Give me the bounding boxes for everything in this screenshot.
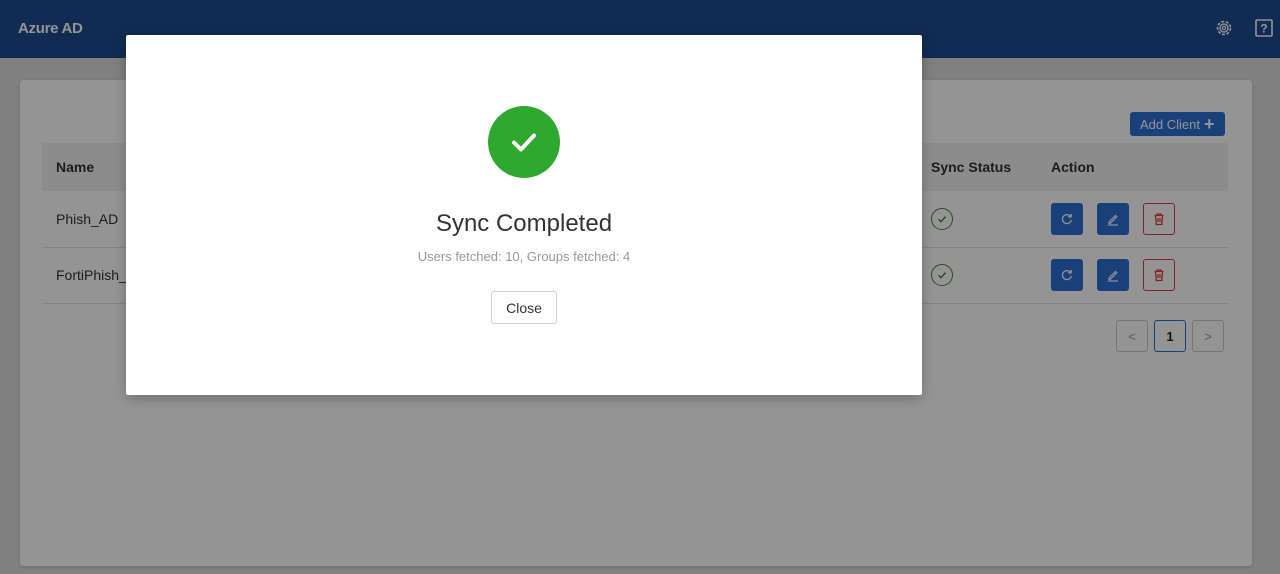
check-icon <box>488 106 560 178</box>
close-button[interactable]: Close <box>491 291 557 324</box>
modal-title: Sync Completed <box>435 210 613 237</box>
sync-completed-dialog: Sync Completed Users fetched: 10, Groups… <box>126 35 922 395</box>
modal-message: Users fetched: 10, Groups fetched: 4 <box>417 249 631 264</box>
